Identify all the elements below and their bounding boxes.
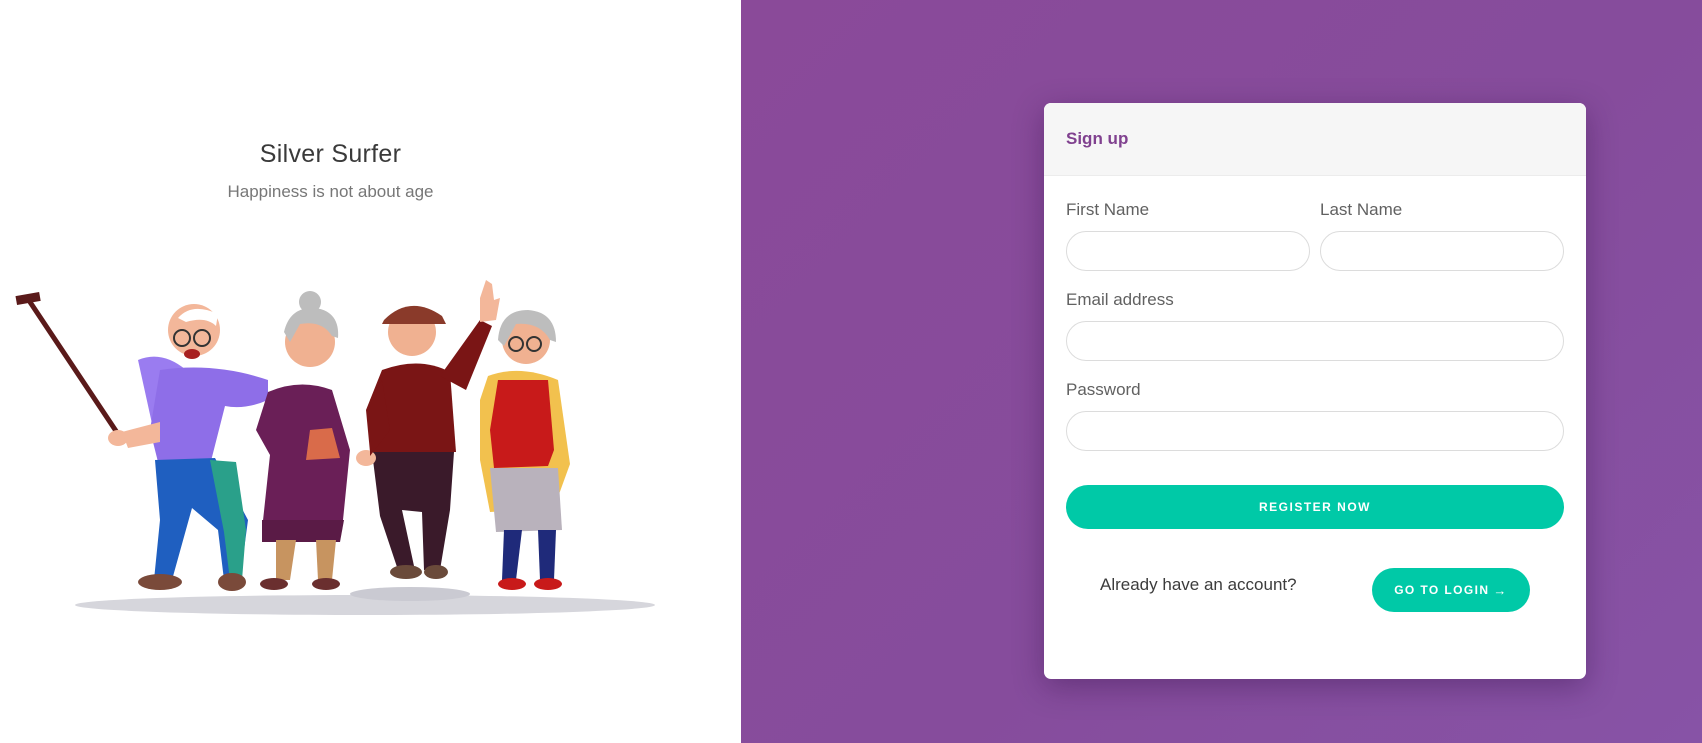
password-label: Password [1066,380,1141,399]
signup-card: Sign up First Name Last Name Email addre… [1044,103,1586,679]
brand-title: Silver Surfer [259,140,402,168]
arrow-right-icon: → [1493,582,1508,598]
password-input[interactable] [1066,411,1564,451]
go-to-login-label: GO TO LOGIN [1394,583,1490,597]
last-name-label: Last Name [1320,200,1403,219]
brand-tagline: Happiness is not about age [227,182,434,201]
card-header: Sign up [1044,103,1586,176]
signup-title: Sign up [1066,129,1129,148]
last-name-input[interactable] [1320,231,1564,271]
left-panel: Silver Surfer Happiness is not about age [0,0,741,743]
seniors-selfie-illustration [15,280,655,615]
register-button[interactable]: REGISTER NOW [1066,485,1564,529]
first-name-input[interactable] [1066,231,1310,271]
email-input[interactable] [1066,321,1564,361]
already-account-text: Already have an account? [1100,575,1297,594]
email-label: Email address [1066,290,1174,309]
first-name-label: First Name [1066,200,1150,219]
go-to-login-button[interactable]: GO TO LOGIN → [1372,568,1530,612]
